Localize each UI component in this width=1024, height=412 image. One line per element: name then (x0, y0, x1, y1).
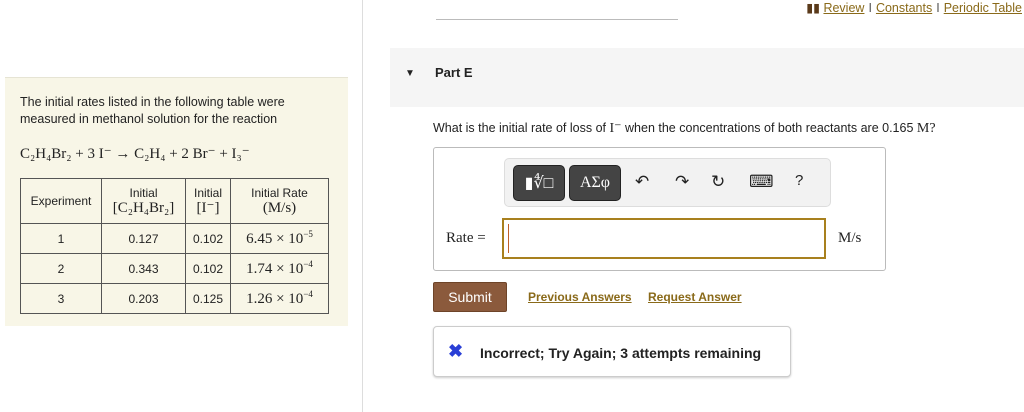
cell-iodide: 0.102 (185, 253, 231, 284)
cell-rate: 1.26 × 10−4 (230, 283, 329, 314)
cell-rate: 6.45 × 10−5 (230, 223, 329, 254)
part-title: Part E (435, 65, 473, 80)
constants-link[interactable]: Constants (876, 1, 932, 15)
separator: I (868, 1, 872, 15)
review-link[interactable]: Review (823, 1, 864, 15)
periodic-table-link[interactable]: Periodic Table (944, 1, 1022, 15)
table-row: 1 0.127 0.102 6.45 × 10−5 (20, 223, 329, 254)
intro-text: The initial rates listed in the followin… (20, 95, 285, 126)
cell-exp: 3 (20, 283, 102, 314)
text-cursor (508, 224, 509, 253)
greek-symbols-button[interactable]: ΑΣφ (569, 165, 621, 201)
submit-button[interactable]: Submit (433, 282, 507, 312)
templates-button[interactable]: ▮∜□ (513, 165, 565, 201)
undo-icon[interactable]: ↶ (635, 172, 649, 192)
table-header-row: Experiment Initial [C₂H₄Br₂] Initial [I⁻] … (20, 178, 329, 224)
divider (436, 19, 678, 20)
cell-exp: 1 (20, 223, 102, 254)
math-toolbar: ▮∜□ ΑΣφ ↶ ↷ ↻ ⌨ ? (504, 158, 831, 207)
table-row: 3 0.203 0.125 1.26 × 10−4 (20, 283, 329, 314)
incorrect-x-icon: ✖ (448, 341, 464, 361)
cell-c2h4br2: 0.343 (101, 253, 186, 284)
book-icon: ▮▮ (806, 1, 820, 15)
resource-links: ▮▮ Review I Constants I Periodic Table (806, 0, 1022, 15)
feedback-text: Incorrect; Try Again; 3 attempts remaini… (480, 345, 762, 361)
header-rate: Initial Rate (M/s) (230, 178, 329, 224)
feedback-box: ✖ Incorrect; Try Again; 3 attempts remai… (433, 326, 791, 377)
request-answer-link[interactable]: Request Answer (648, 290, 742, 304)
rate-input[interactable] (502, 218, 826, 259)
part-e-header[interactable]: ▼ Part E (390, 48, 1024, 107)
units-label: M/s (838, 230, 862, 246)
keyboard-icon[interactable]: ⌨ (749, 172, 774, 192)
cell-iodide: 0.102 (185, 223, 231, 254)
reaction-equation: C₂H₄Br₂ + 3 I⁻ → C₂H₄ + 2 Br⁻ + I₃⁻ (20, 146, 250, 162)
answer-box: ▮∜□ ΑΣφ ↶ ↷ ↻ ⌨ ? Rate = M/s (433, 147, 886, 271)
problem-panel: The initial rates listed in the followin… (5, 77, 348, 326)
previous-answers-link[interactable]: Previous Answers (528, 290, 632, 304)
header-experiment: Experiment (20, 178, 102, 224)
header-c2h4br2: Initial [C₂H₄Br₂] (101, 178, 186, 224)
rate-label: Rate = (446, 230, 486, 246)
question-text: What is the initial rate of loss of I⁻ w… (433, 121, 936, 136)
rates-table: Experiment Initial [C₂H₄Br₂] Initial [I⁻] … (20, 178, 329, 314)
cell-iodide: 0.125 (185, 283, 231, 314)
reset-icon[interactable]: ↻ (711, 172, 725, 192)
cell-c2h4br2: 0.203 (101, 283, 186, 314)
separator: I (936, 1, 940, 15)
column-divider (362, 0, 363, 412)
help-icon[interactable]: ? (795, 172, 803, 189)
header-iodide: Initial [I⁻] (185, 178, 231, 224)
cell-rate: 1.74 × 10−4 (230, 253, 329, 284)
cell-c2h4br2: 0.127 (101, 223, 186, 254)
redo-icon[interactable]: ↷ (675, 172, 689, 192)
collapse-caret-icon[interactable]: ▼ (405, 68, 415, 79)
table-row: 2 0.343 0.102 1.74 × 10−4 (20, 253, 329, 284)
cell-exp: 2 (20, 253, 102, 284)
